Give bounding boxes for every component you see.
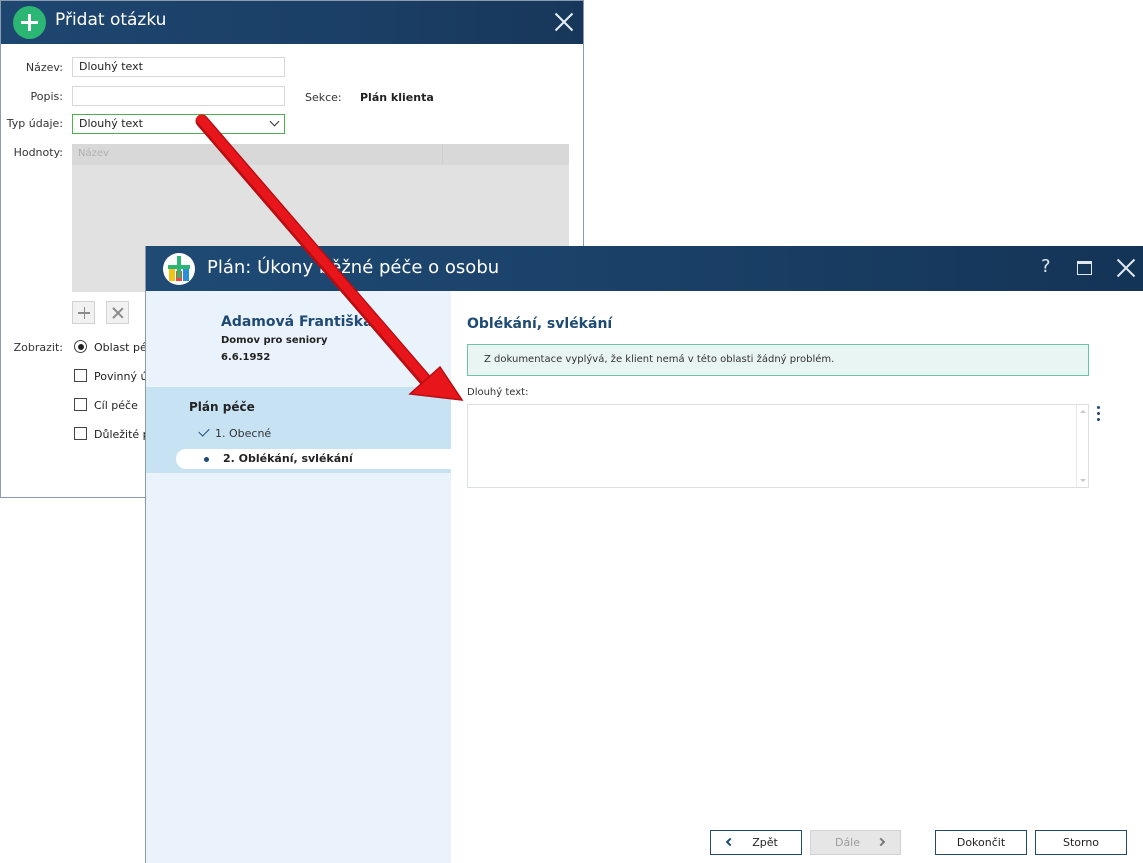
important-label: Důležité p <box>94 428 150 441</box>
required-checkbox[interactable] <box>74 369 87 382</box>
add-question-titlebar: Přidat otázku <box>1 1 583 44</box>
close-icon[interactable] <box>1115 257 1137 279</box>
nav-section-title: Plán péče <box>189 400 255 414</box>
values-grid-header: Název <box>72 144 569 165</box>
data-type-select[interactable]: Dlouhý text <box>72 114 285 134</box>
care-plan-dialog: Plán: Úkony běžné péče o osobu ? Adamová… <box>145 246 1143 863</box>
description-label: Popis: <box>30 90 63 103</box>
description-input[interactable] <box>72 86 285 106</box>
care-goal-checkbox[interactable] <box>74 398 87 411</box>
chevron-down-icon <box>269 116 280 127</box>
app-logo-icon <box>163 253 195 285</box>
name-label: Název: <box>25 61 63 74</box>
help-icon[interactable]: ? <box>1041 256 1051 277</box>
back-button[interactable]: Zpět <box>710 830 802 855</box>
client-birth-date: 6.6.1952 <box>221 352 271 363</box>
nav-step-label: 2. Oblékání, svlékání <box>223 452 353 465</box>
care-area-radio[interactable] <box>74 340 87 353</box>
care-plan-title: Plán: Úkony běžné péče o osobu <box>207 257 500 278</box>
data-type-value: Dlouhý text <box>79 117 143 130</box>
important-checkbox[interactable] <box>74 427 87 440</box>
check-icon <box>198 425 210 437</box>
display-label: Zobrazit: <box>13 341 63 354</box>
add-value-button[interactable] <box>72 301 95 324</box>
remove-value-button[interactable] <box>106 301 129 324</box>
add-plus-icon <box>13 6 46 39</box>
section-heading: Oblékání, svlékání <box>467 316 613 332</box>
nav-step-label: 1. Obecné <box>215 427 272 440</box>
current-step-dot-icon <box>204 457 209 462</box>
care-area-label: Oblast péč <box>94 341 153 354</box>
back-button-label: Zpět <box>752 836 778 849</box>
cancel-button[interactable]: Storno <box>1035 830 1127 855</box>
name-input[interactable]: Dlouhý text <box>72 57 285 77</box>
column-divider <box>442 144 443 165</box>
data-type-label: Typ údaje: <box>6 117 63 130</box>
care-plan-titlebar: Plán: Úkony běžné péče o osobu ? <box>146 246 1143 291</box>
add-question-title: Přidat otázku <box>55 10 167 30</box>
client-organization: Domov pro seniory <box>221 335 328 346</box>
arrow-left-icon <box>725 837 735 847</box>
values-label: Hodnoty: <box>13 146 63 159</box>
textarea-scrollbar[interactable] <box>1076 405 1088 487</box>
care-goal-label: Cíl péče <box>94 399 138 412</box>
nav-step-general[interactable]: 1. Obecné <box>198 425 272 440</box>
section-label: Sekce: <box>305 91 342 104</box>
info-message: Z dokumentace vyplývá, že klient nemá v … <box>467 344 1089 376</box>
finish-button[interactable]: Dokončit <box>935 830 1027 855</box>
client-name: Adamová Františka <box>221 314 373 330</box>
maximize-icon[interactable] <box>1077 261 1092 275</box>
close-icon[interactable] <box>553 11 575 33</box>
sidebar: Adamová Františka Domov pro seniory 6.6.… <box>146 291 451 863</box>
next-button-label: Dále <box>834 836 861 849</box>
care-plan-nav: Plán péče 1. Obecné 2. Oblékání, svlékán… <box>146 387 451 473</box>
more-options-icon[interactable] <box>1097 406 1101 422</box>
long-text-input[interactable] <box>467 404 1089 488</box>
long-text-label: Dlouhý text: <box>467 387 529 398</box>
required-label: Povinný ú <box>94 370 148 383</box>
section-value: Plán klienta <box>360 91 434 104</box>
values-col-header: Název <box>78 148 109 159</box>
arrow-right-icon <box>876 837 886 847</box>
next-button[interactable]: Dále <box>810 830 901 855</box>
nav-step-dressing[interactable]: 2. Oblékání, svlékání <box>176 449 451 469</box>
